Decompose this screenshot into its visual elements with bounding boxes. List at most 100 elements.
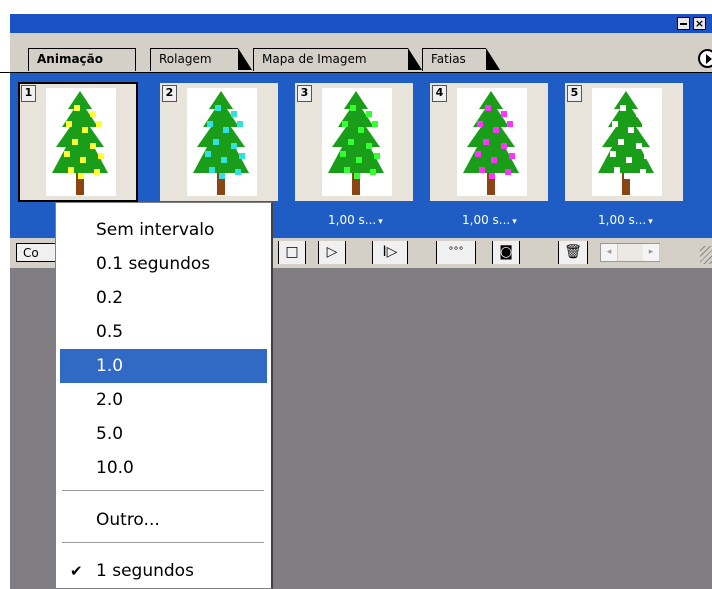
- tree-light: [235, 169, 241, 175]
- delay-option-other[interactable]: Outro...: [60, 503, 267, 537]
- tree-light: [342, 121, 348, 127]
- tween-button[interactable]: °°°: [436, 241, 476, 264]
- duplicate-frame-button[interactable]: ◙: [492, 241, 520, 264]
- palette-titlebar[interactable]: ×: [10, 14, 712, 33]
- trash-icon: 🗑: [564, 244, 582, 260]
- resize-grip-icon[interactable]: [700, 246, 712, 264]
- scroll-left-icon[interactable]: ◂: [601, 244, 618, 261]
- delay-option[interactable]: 1.0: [60, 349, 267, 383]
- frame-thumbnail[interactable]: 5: [565, 83, 683, 201]
- tree-light: [205, 151, 211, 157]
- tree-light: [80, 157, 86, 163]
- delay-option[interactable]: 0.5: [60, 315, 267, 349]
- tree-light: [215, 105, 221, 111]
- stop-icon: □: [285, 244, 299, 260]
- frame-thumbnail[interactable]: 1: [18, 82, 138, 202]
- tab-animacao[interactable]: Animação: [28, 48, 136, 71]
- tree-light: [64, 151, 70, 157]
- frame-thumbnail[interactable]: 2: [160, 83, 278, 201]
- tab-fatias[interactable]: Fatias: [422, 48, 500, 71]
- tree-light: [370, 169, 376, 175]
- palette-menu-icon[interactable]: [698, 49, 712, 68]
- tree-light: [626, 157, 632, 163]
- next-frame-button[interactable]: I▷: [372, 241, 408, 264]
- christmas-tree-icon: [193, 91, 249, 195]
- christmas-tree-icon: [52, 91, 108, 195]
- tree-light: [644, 153, 650, 159]
- close-icon[interactable]: ×: [693, 17, 706, 30]
- delete-frame-button[interactable]: 🗑: [558, 241, 588, 264]
- tree-light: [66, 121, 72, 127]
- tree-light: [209, 167, 215, 173]
- tab-label: Animação: [37, 52, 103, 66]
- tree-light: [483, 139, 489, 145]
- next-frame-icon: I▷: [382, 244, 398, 260]
- loop-select[interactable]: Co: [16, 243, 56, 262]
- delay-option[interactable]: 10.0: [60, 451, 267, 485]
- tree-light: [509, 153, 515, 159]
- delay-option[interactable]: 2.0: [60, 383, 267, 417]
- tab-label: Rolagem: [159, 52, 212, 66]
- tree-light: [505, 169, 511, 175]
- tree-light: [614, 167, 620, 173]
- menu-separator: [62, 490, 264, 494]
- frame-thumbnail[interactable]: 3: [295, 83, 413, 201]
- frame-delay-select[interactable]: 1,00 s...: [328, 211, 383, 229]
- tree-light: [213, 139, 219, 145]
- christmas-tree-icon: [328, 91, 384, 195]
- tree-light: [489, 173, 495, 179]
- tab-label: Fatias: [431, 52, 466, 66]
- tree-light: [354, 173, 360, 179]
- tree-light: [628, 127, 634, 133]
- duplicate-frame-icon: ◙: [499, 244, 513, 260]
- scroll-right-icon[interactable]: ▸: [643, 244, 660, 261]
- christmas-tree-icon: [463, 91, 519, 195]
- christmas-tree-icon: [598, 91, 654, 195]
- tree-light: [620, 105, 626, 111]
- delay-option[interactable]: Sem intervalo: [60, 213, 267, 247]
- frame-thumbnail[interactable]: 4: [430, 83, 548, 201]
- tree-light: [485, 105, 491, 111]
- tree-light: [223, 127, 229, 133]
- tree-light: [237, 121, 243, 127]
- delay-option[interactable]: 5.0: [60, 417, 267, 451]
- tree-light: [348, 139, 354, 145]
- tree-light: [501, 111, 507, 117]
- current-delay-label: 1 segundos: [96, 561, 194, 581]
- play-button[interactable]: ▷: [318, 241, 346, 264]
- tree-light: [358, 127, 364, 133]
- minimize-icon[interactable]: [677, 17, 690, 30]
- frame-delay-select[interactable]: 1,00 s...: [462, 211, 517, 229]
- tree-light: [475, 151, 481, 157]
- tab-mapa-de-imagem[interactable]: Mapa de Imagem: [253, 48, 422, 71]
- tree-light: [344, 167, 350, 173]
- tree-light: [612, 121, 618, 127]
- tween-icon: °°°: [448, 246, 464, 257]
- tree-light: [350, 105, 356, 111]
- tree-light: [94, 169, 100, 175]
- tab-rolagem[interactable]: Rolagem: [150, 48, 252, 71]
- tree-light: [636, 111, 642, 117]
- tree-light: [507, 121, 513, 127]
- tree-light: [239, 153, 245, 159]
- tree-light: [366, 143, 372, 149]
- tree-light: [90, 111, 96, 117]
- tree-light: [221, 157, 227, 163]
- tree-light: [356, 157, 362, 163]
- frame-delay-menu: Sem intervalo 0.1 segundos 0.2 0.5 1.0 2.0 5.0…: [55, 202, 273, 589]
- frames-scrollbar[interactable]: ◂ ▸: [600, 243, 660, 262]
- frame-delay-select[interactable]: 1,00 s...: [598, 211, 653, 229]
- menu-separator: [62, 542, 264, 546]
- stop-button[interactable]: □: [278, 241, 306, 264]
- tree-light: [231, 143, 237, 149]
- frame-number: 3: [297, 85, 312, 102]
- delay-option[interactable]: 0.2: [60, 281, 267, 315]
- tree-light: [219, 173, 225, 179]
- delay-option-current[interactable]: ✔ 1 segundos: [60, 554, 267, 588]
- tree-light: [477, 121, 483, 127]
- tree-light: [493, 127, 499, 133]
- delay-option[interactable]: 0.1 segundos: [60, 247, 267, 281]
- tree-light: [642, 121, 648, 127]
- tree-light: [491, 157, 497, 163]
- tab-strip: Animação Rolagem Mapa de Imagem Fatias: [10, 33, 712, 73]
